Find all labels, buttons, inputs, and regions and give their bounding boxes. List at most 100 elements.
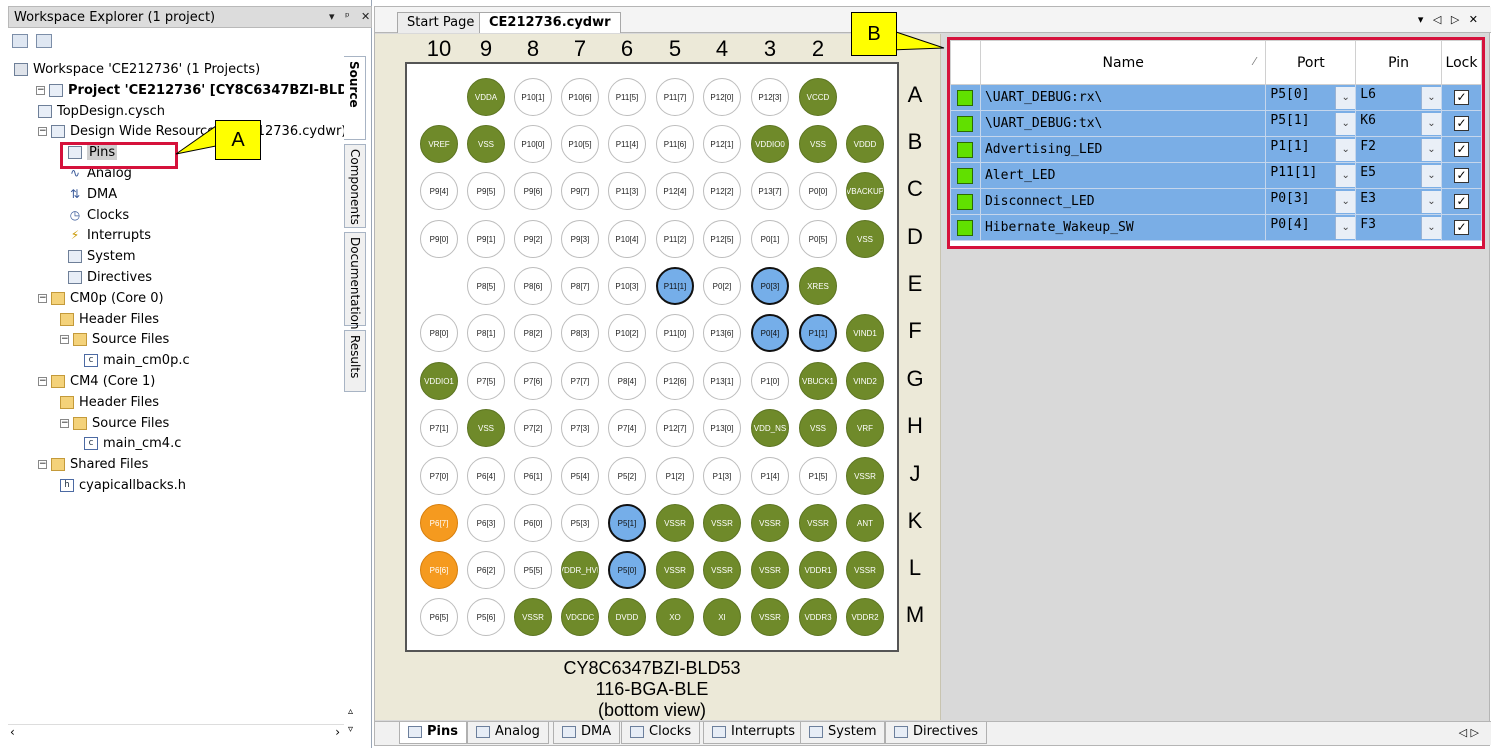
collapse-toggle-icon[interactable]: − [60,418,69,428]
pin-ball[interactable]: P10[1] [514,78,552,116]
pin-ball[interactable]: P0[2] [703,267,741,305]
pin-ball[interactable]: P9[1] [467,220,505,258]
chevron-down-icon[interactable]: ⌄ [1335,164,1356,187]
chevron-down-icon[interactable]: ⌄ [1420,112,1441,135]
pin-ball[interactable]: P7[5] [467,362,505,400]
pin-ball[interactable]: P11[5] [608,78,646,116]
pin-ball[interactable]: P8[1] [467,314,505,352]
tab-cydwr[interactable]: CE212736.cydwr [479,12,621,33]
tree-item[interactable]: − Source Files [60,330,169,350]
pin-name-cell[interactable]: \UART_DEBUG:rx\ [979,84,1267,111]
chevron-down-icon[interactable]: ⌄ [1335,190,1356,213]
pin-ball[interactable]: P9[0] [420,220,458,258]
pin-ball[interactable]: P8[5] [467,267,505,305]
pin-ball[interactable]: P8[0] [420,314,458,352]
lock-cell[interactable]: ✓ [1440,136,1483,163]
bottom-tab-analog[interactable]: Analog [467,722,549,744]
scroll-left-icon[interactable]: ‹ [10,725,15,739]
pin-ball[interactable]: P1[1] [799,314,837,352]
collapse-toggle-icon[interactable]: − [38,293,47,303]
tree-item[interactable]: c main_cm4.c [84,434,181,454]
pin-ball[interactable]: P10[6] [561,78,599,116]
pin-ball[interactable]: VSSR [751,504,789,542]
pin-ball[interactable]: P12[5] [703,220,741,258]
pin-ball[interactable]: XO [656,598,694,636]
pin-ball[interactable]: P1[3] [703,457,741,495]
chevron-down-icon[interactable]: ⌄ [1335,138,1356,161]
scroll-right-icon[interactable]: › [335,725,340,739]
pin-ball[interactable]: P11[1] [656,267,694,305]
pin-ball[interactable]: P9[5] [467,172,505,210]
pin-ball[interactable]: P6[4] [467,457,505,495]
tree-item[interactable]: ◷ Clocks [68,206,129,226]
pin-ball[interactable]: P6[1] [514,457,552,495]
pin-ball[interactable]: P5[1] [608,504,646,542]
pin-ball[interactable]: VSSR [751,598,789,636]
pin-ball[interactable]: VBACKUP [846,172,884,210]
name-column-header[interactable]: Name ⁄ [979,40,1267,85]
pin-ball[interactable]: P10[3] [608,267,646,305]
explorer-close-icon[interactable]: ✕ [361,10,370,23]
pin-ball[interactable]: P11[3] [608,172,646,210]
scroll-down-icon[interactable]: ▿ [348,724,353,735]
pin-name-cell[interactable]: Alert_LED [979,162,1267,189]
lock-cell[interactable]: ✓ [1440,84,1483,111]
pin-ball[interactable]: P7[4] [608,409,646,447]
lock-cell[interactable]: ✓ [1440,110,1483,137]
pin-ball[interactable]: P6[2] [467,551,505,589]
pin-ball[interactable]: ANT [846,504,884,542]
pin-cell[interactable]: E5 ⌄ [1355,162,1442,189]
lock-column-header[interactable]: Lock [1440,40,1483,85]
pin-ball[interactable]: P10[5] [561,125,599,163]
table-row[interactable]: \UART_DEBUG:rx\ P5[0] ⌄ L6 ⌄ ✓ [950,84,1483,111]
pin-ball[interactable]: VSS [467,125,505,163]
pin-ball[interactable]: P9[2] [514,220,552,258]
pin-ball[interactable]: P8[7] [561,267,599,305]
pin-cell[interactable]: L6 ⌄ [1355,84,1442,111]
lock-cell[interactable]: ✓ [1440,162,1483,189]
tree-item[interactable]: Directives [68,268,152,288]
pin-ball[interactable]: P12[2] [703,172,741,210]
pin-ball[interactable]: P8[3] [561,314,599,352]
port-cell[interactable]: P1[1] ⌄ [1265,136,1357,163]
bottom-tab-interrupts[interactable]: Interrupts [703,722,804,744]
pin-ball[interactable]: P8[6] [514,267,552,305]
port-column-header[interactable]: Port [1265,40,1357,85]
collapse-toggle-icon[interactable]: − [38,377,47,386]
pin-ball[interactable]: P12[7] [656,409,694,447]
pin-ball[interactable]: P7[7] [561,362,599,400]
pin-ball[interactable]: VSSR [703,504,741,542]
pin-ball[interactable]: VSSR [514,598,552,636]
pin-ball[interactable]: P5[2] [608,457,646,495]
pin-ball[interactable]: P7[3] [561,409,599,447]
pin-ball[interactable]: P13[0] [703,409,741,447]
tree-item[interactable]: h cyapicallbacks.h [60,476,186,496]
pin-ball[interactable]: VDDR1 [799,551,837,589]
pin-ball[interactable]: VIND1 [846,314,884,352]
pin-ball[interactable]: VSS [846,220,884,258]
port-cell[interactable]: P5[0] ⌄ [1265,84,1357,111]
chevron-down-icon[interactable]: ⌄ [1420,190,1441,213]
pin-ball[interactable]: P1[0] [751,362,789,400]
pin-ball[interactable]: VSS [799,125,837,163]
bottom-tab-clocks[interactable]: Clocks [621,722,701,744]
tree-item[interactable]: − Shared Files [38,455,148,475]
tree-item[interactable]: c main_cm0p.c [84,351,190,371]
bottom-tab-dma[interactable]: DMA [553,722,621,744]
bottom-tab-pins[interactable]: Pins [399,722,467,744]
side-tab-results[interactable]: Results [344,330,366,392]
chevron-down-icon[interactable]: ⌄ [1335,216,1356,239]
pin-ball[interactable]: P9[6] [514,172,552,210]
lock-cell[interactable]: ✓ [1440,188,1483,215]
pin-ball[interactable]: VCCD [799,78,837,116]
tree-item[interactable]: ⚡ Interrupts [68,226,151,246]
pin-cell[interactable]: F2 ⌄ [1355,136,1442,163]
collapse-toggle-icon[interactable]: − [38,460,47,470]
collapse-toggle-icon[interactable]: − [38,127,47,137]
chevron-down-icon[interactable]: ⌄ [1420,86,1441,109]
chevron-down-icon[interactable]: ⌄ [1420,164,1441,187]
bottom-tab-system[interactable]: System [800,722,886,744]
lock-checkbox[interactable]: ✓ [1453,194,1469,209]
pin-ball[interactable]: P11[7] [656,78,694,116]
chevron-down-icon[interactable]: ⌄ [1420,216,1441,239]
